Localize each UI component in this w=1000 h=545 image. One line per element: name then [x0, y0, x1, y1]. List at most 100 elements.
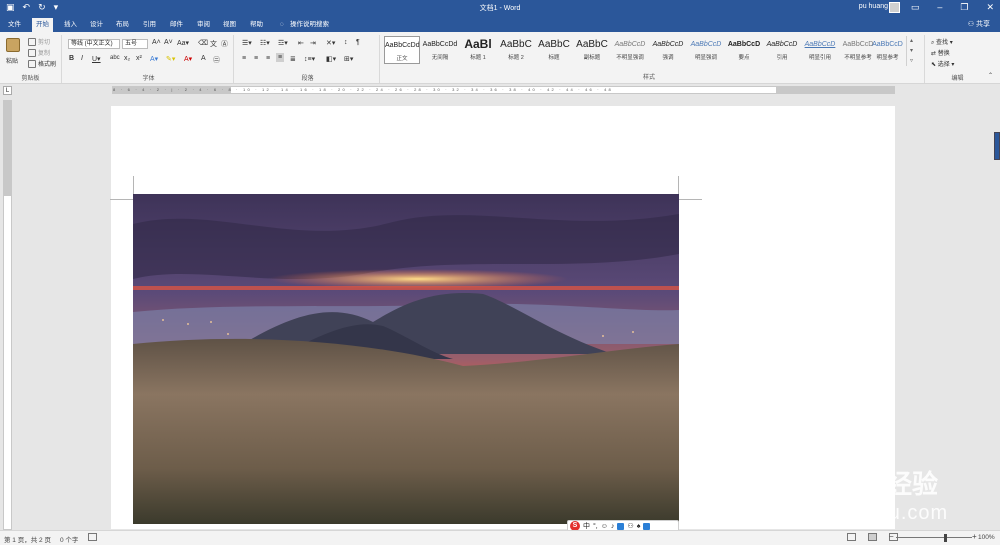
- mic-icon[interactable]: ♪: [611, 523, 615, 530]
- italic-icon[interactable]: I: [81, 55, 83, 62]
- style-intense-quote[interactable]: AaBbCcD 明显引用: [802, 36, 838, 64]
- grow-font-icon[interactable]: A˄: [152, 39, 161, 46]
- print-layout-icon[interactable]: [868, 533, 877, 541]
- shading-icon[interactable]: ◧▾: [326, 55, 336, 63]
- change-case-icon[interactable]: Aa▾: [177, 39, 189, 47]
- style-normal[interactable]: AaBbCcDd 正文: [384, 36, 420, 64]
- page-count[interactable]: 第 1 页，共 2 页: [4, 534, 51, 544]
- format-painter-button[interactable]: 格式刷: [28, 59, 56, 69]
- style-subtle-emphasis[interactable]: AaBbCcD 不明显强调: [612, 36, 648, 64]
- copy-button[interactable]: 复制: [28, 48, 50, 58]
- tab-help[interactable]: 帮助: [246, 18, 267, 32]
- show-marks-icon[interactable]: ¶: [356, 39, 360, 46]
- vertical-ruler[interactable]: [3, 100, 12, 530]
- zoom-level[interactable]: 100%: [978, 534, 995, 541]
- word-count[interactable]: 0 个字: [60, 534, 78, 544]
- distributed-icon[interactable]: ≣: [290, 55, 296, 63]
- phonetic-guide-icon[interactable]: 文: [210, 39, 217, 49]
- read-mode-icon[interactable]: [847, 533, 856, 541]
- chevron-up-icon[interactable]: ▴: [907, 36, 916, 46]
- strikethrough-icon[interactable]: abc: [110, 55, 120, 61]
- collapse-ribbon-icon[interactable]: ⌃: [988, 72, 993, 79]
- font-color-icon[interactable]: A▾: [184, 55, 192, 63]
- scroll-thumb[interactable]: [994, 132, 1000, 160]
- align-center-icon[interactable]: ≡: [254, 55, 258, 62]
- zoom-out-icon[interactable]: −: [889, 532, 894, 541]
- align-left-icon[interactable]: ≡: [242, 55, 246, 62]
- decrease-indent-icon[interactable]: ⇤: [298, 39, 304, 47]
- skin-icon[interactable]: ♠: [637, 523, 641, 530]
- increase-indent-icon[interactable]: ⇥: [310, 39, 316, 47]
- restore-icon[interactable]: ❐: [960, 2, 968, 13]
- zoom-slider-knob[interactable]: [944, 534, 947, 542]
- more-icon[interactable]: ▿: [907, 56, 916, 66]
- borders-icon[interactable]: ⊞▾: [344, 55, 353, 63]
- user-icon[interactable]: ⚇: [627, 522, 633, 530]
- justify-icon[interactable]: ≡: [276, 53, 285, 62]
- paste-icon[interactable]: [6, 38, 20, 52]
- font-size-select[interactable]: 五号: [122, 39, 148, 49]
- tab-review[interactable]: 审阅: [193, 18, 214, 32]
- char-border-icon[interactable]: Ⓐ: [221, 39, 228, 49]
- styles-gallery-scroll[interactable]: ▴ ▾ ▿: [906, 36, 916, 66]
- cut-button[interactable]: 剪切: [28, 37, 50, 47]
- avatar[interactable]: [889, 2, 900, 13]
- style-intense-emphasis[interactable]: AaBbCcD 明显强调: [688, 36, 724, 64]
- style-no-spacing[interactable]: AaBbCcDd 无间隔: [422, 36, 458, 64]
- tab-design[interactable]: 设计: [86, 18, 107, 32]
- clear-format-icon[interactable]: ⌫: [198, 39, 208, 47]
- char-shading-icon[interactable]: A: [201, 55, 206, 62]
- style-intense-reference[interactable]: AaBbCcD 明显参考: [870, 36, 905, 64]
- tab-view[interactable]: 视图: [219, 18, 240, 32]
- emoji-icon[interactable]: ☺: [601, 523, 608, 530]
- numbering-icon[interactable]: ☷▾: [260, 39, 270, 47]
- replace-button[interactable]: ⇄ 替换: [931, 48, 950, 57]
- zoom-slider[interactable]: [896, 537, 972, 538]
- share-button[interactable]: ⚇ 共享: [968, 19, 990, 29]
- inserted-photo[interactable]: [133, 194, 679, 524]
- shrink-font-icon[interactable]: A˅: [164, 39, 173, 46]
- multilevel-list-icon[interactable]: ☲▾: [278, 39, 288, 47]
- chinese-layout-icon[interactable]: ✕▾: [326, 39, 335, 47]
- tab-file[interactable]: 文件: [4, 18, 25, 32]
- zoom-in-icon[interactable]: +: [972, 532, 977, 541]
- align-right-icon[interactable]: ≡: [266, 55, 270, 62]
- style-heading-1[interactable]: AaBl 标题 1: [460, 36, 496, 64]
- tell-me-search[interactable]: 操作说明搜索: [286, 18, 333, 32]
- tab-mailings[interactable]: 邮件: [166, 18, 187, 32]
- tab-home[interactable]: 开始: [32, 18, 53, 32]
- vertical-scrollbar[interactable]: [994, 96, 1000, 529]
- sort-icon[interactable]: ↕: [344, 39, 348, 46]
- keyboard-icon[interactable]: [617, 522, 625, 530]
- superscript-icon[interactable]: x²: [136, 55, 142, 62]
- text-effects-icon[interactable]: A▾: [150, 55, 158, 63]
- chevron-down-icon[interactable]: ▾: [907, 46, 916, 56]
- ruler-scale[interactable]: 8 · 6 · 4 · 2 · | · 2 · 4 · 6 · 8 · 10 ·…: [112, 86, 895, 94]
- ribbon-display-icon[interactable]: ▭: [911, 2, 920, 13]
- find-button[interactable]: ⌕ 查找 ▾: [931, 37, 953, 47]
- tab-references[interactable]: 引用: [139, 18, 160, 32]
- style-heading-2[interactable]: AaBbC 标题 2: [498, 36, 534, 64]
- punctuation-icon[interactable]: °,: [593, 523, 598, 530]
- style-subtitle[interactable]: AaBbC 副标题: [574, 36, 610, 64]
- highlight-icon[interactable]: ✎▾: [166, 55, 175, 63]
- line-spacing-icon[interactable]: ↕≡▾: [304, 55, 315, 63]
- underline-icon[interactable]: U▾: [92, 55, 101, 63]
- tab-selector-icon[interactable]: L: [3, 86, 12, 95]
- style-emphasis[interactable]: AaBbCcD 强调: [650, 36, 686, 64]
- proofing-icon[interactable]: [88, 533, 97, 541]
- style-strong[interactable]: AaBbCcD 要点: [726, 36, 762, 64]
- bullets-icon[interactable]: ☰▾: [242, 39, 252, 47]
- enclose-char-icon[interactable]: ㊁: [213, 55, 220, 65]
- tab-layout[interactable]: 布局: [112, 18, 133, 32]
- close-icon[interactable]: ✕: [986, 2, 994, 13]
- minimize-icon[interactable]: –: [937, 2, 942, 13]
- font-name-select[interactable]: 等线 (中文正文): [68, 39, 120, 49]
- style-quote[interactable]: AaBbCcD 引用: [764, 36, 800, 64]
- user-name[interactable]: pu huang: [859, 3, 888, 10]
- bold-icon[interactable]: B: [69, 55, 74, 62]
- subscript-icon[interactable]: x₂: [124, 55, 130, 62]
- paste-button[interactable]: 粘贴: [6, 56, 18, 65]
- style-title[interactable]: AaBbC 标题: [536, 36, 572, 64]
- select-button[interactable]: ⬉ 选择 ▾: [931, 59, 954, 68]
